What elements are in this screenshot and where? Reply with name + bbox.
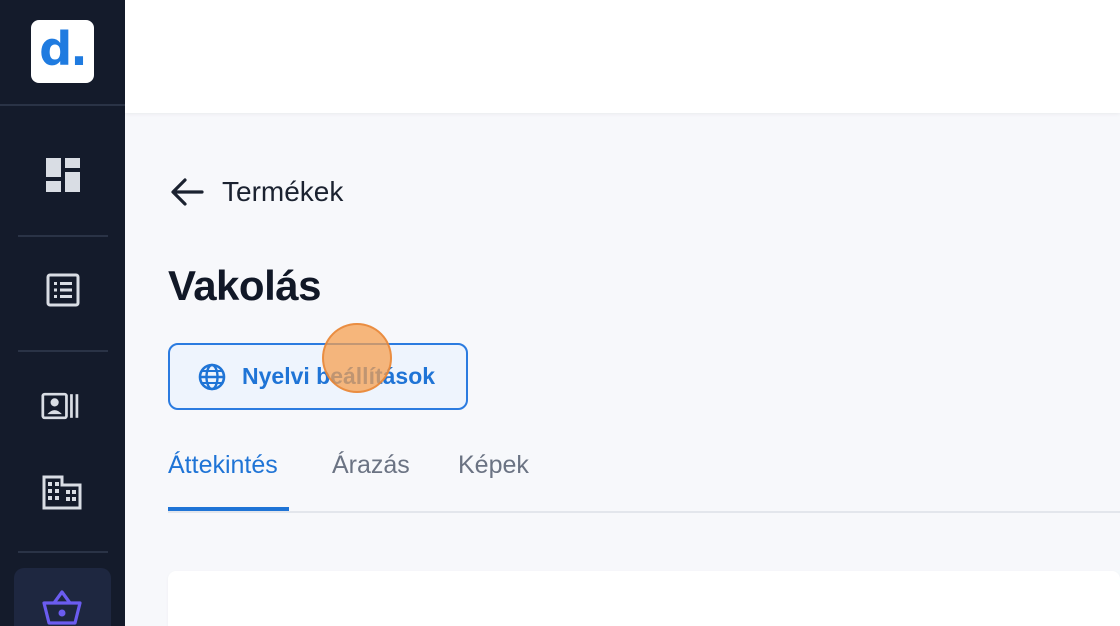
sidebar-item-buildings[interactable]: [42, 472, 82, 512]
sidebar-item-list[interactable]: [43, 270, 83, 310]
contacts-icon: [41, 392, 79, 420]
active-tab-indicator: [168, 507, 289, 511]
content-card: [168, 571, 1120, 626]
page-title: Vakolás: [168, 262, 321, 309]
top-bar: [125, 0, 1120, 113]
building-icon: [42, 475, 82, 510]
back-link-label: Termékek: [222, 176, 344, 207]
logo-text: d.: [39, 21, 87, 76]
dashboard-icon: [46, 158, 80, 192]
sidebar-divider: [18, 551, 108, 553]
back-link[interactable]: Termékek: [170, 172, 343, 212]
sidebar-divider: [0, 104, 125, 106]
app-logo[interactable]: d.: [31, 20, 94, 83]
tab-pricing[interactable]: Árazás: [332, 451, 410, 480]
tab-overview[interactable]: Áttekintés: [168, 451, 278, 480]
sidebar-item-products-icon-wrap[interactable]: [42, 588, 82, 626]
sidebar-divider: [18, 350, 108, 352]
sidebar-divider: [18, 235, 108, 237]
language-settings-label: Nyelvi beállítások: [242, 363, 436, 389]
sidebar-item-contacts[interactable]: [41, 386, 81, 426]
sidebar-item-dashboard[interactable]: [43, 155, 83, 195]
arrow-left-icon[interactable]: [170, 177, 204, 207]
list-icon: [46, 273, 80, 307]
sidebar: d.: [0, 0, 125, 626]
tab-bar: Áttekintés Árazás Képek: [168, 445, 1120, 513]
basket-icon: [42, 590, 82, 625]
tab-images[interactable]: Képek: [458, 451, 529, 480]
language-settings-button[interactable]: Nyelvi beállítások: [168, 343, 468, 410]
globe-icon: [198, 363, 226, 390]
